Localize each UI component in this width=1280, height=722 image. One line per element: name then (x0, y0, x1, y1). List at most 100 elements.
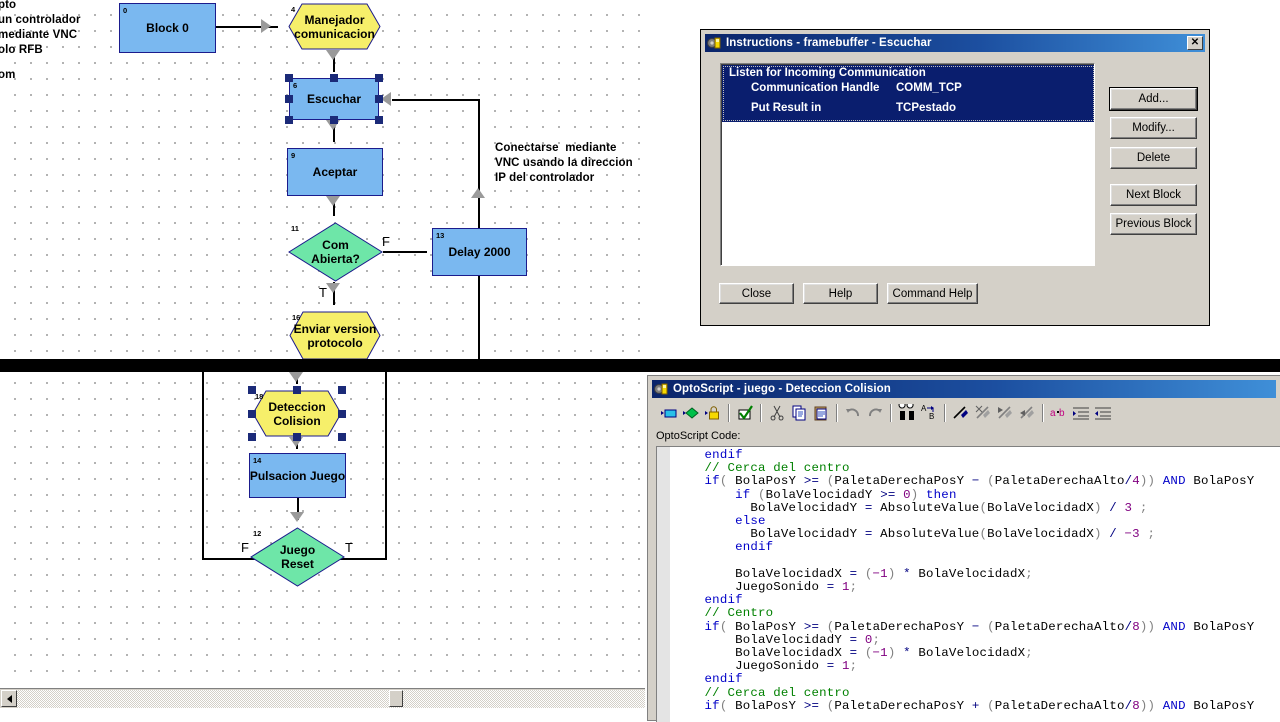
selection-handle-7[interactable] (375, 116, 383, 124)
flowchart-canvas[interactable]: pto un controlador mediante VNC olo RFB o… (0, 0, 645, 686)
instruction-header: Listen for Incoming Communication (729, 67, 926, 79)
instruction-selected-row[interactable]: Listen for Incoming Communication Commun… (722, 65, 1094, 122)
insert-condition-icon[interactable] (680, 402, 702, 424)
prev-bookmark-icon[interactable] (994, 402, 1016, 424)
selection-handle-0[interactable] (248, 386, 256, 394)
selection-handle-2[interactable] (338, 386, 346, 394)
next-bookmark-icon[interactable] (972, 402, 994, 424)
selection-handle-7[interactable] (338, 433, 346, 441)
svg-text:b: b (1059, 408, 1065, 419)
optoscript-window: OptoScript - juego - Deteccion Colision … (648, 376, 1280, 722)
delete-button[interactable]: Delete (1110, 147, 1197, 169)
check-syntax-icon[interactable] (734, 402, 756, 424)
code-token: )) (1139, 619, 1156, 634)
code-editor[interactable]: endif // Cerca del centro if( BolaPosY >… (656, 446, 1280, 722)
replace-icon[interactable]: AB (918, 402, 940, 424)
insert-lock-icon[interactable] (702, 402, 724, 424)
flowchart-block-delay-2000[interactable]: 13 Delay 2000 (432, 228, 527, 276)
toolbar-separator (944, 404, 946, 422)
paste-icon[interactable] (810, 402, 832, 424)
flowchart-block-block-0[interactable]: 0 Block 0 (119, 3, 216, 53)
insert-block-icon[interactable] (658, 402, 680, 424)
selection-handle-3[interactable] (285, 95, 293, 103)
instructions-list[interactable]: Listen for Incoming Communication Commun… (720, 63, 1095, 266)
selection-handle-2[interactable] (375, 74, 383, 82)
selection-handle-5[interactable] (248, 433, 256, 441)
hscrollbar-thumb[interactable] (389, 690, 403, 707)
code-token: BolaPosY (1193, 619, 1255, 634)
code-text[interactable]: endif // Cerca del centro if( BolaPosY >… (674, 448, 1255, 713)
indent-icon[interactable] (1070, 402, 1092, 424)
code-token: PaletaDerechaPosY (834, 474, 972, 489)
add-button[interactable]: Add... (1110, 88, 1197, 110)
code-token: then (926, 487, 957, 502)
toolbar-separator (836, 404, 838, 422)
flowchart-block-enviar-version-protocolo[interactable]: 16 Enviar version protocolo (289, 311, 381, 360)
find-icon[interactable] (896, 402, 918, 424)
svg-text:B: B (929, 412, 934, 421)
block-label: Enviar version protocolo (293, 321, 377, 350)
flowchart-block-escuchar[interactable]: 6 Escuchar (289, 78, 379, 120)
block-number: 18 (255, 392, 264, 401)
code-token: ( (979, 500, 988, 515)
code-token: >= (803, 698, 827, 713)
code-token: ; (872, 632, 881, 647)
toolbar-separator (890, 404, 892, 422)
command-help-button[interactable]: Command Help (887, 283, 978, 304)
previous-block-button[interactable]: Previous Block (1110, 213, 1197, 235)
optoscript-titlebar[interactable]: OptoScript - juego - Deteccion Colision (652, 380, 1276, 398)
flowchart-bottom-filler (0, 708, 645, 720)
block-number: 13 (436, 231, 445, 240)
hscrollbar-track[interactable] (17, 690, 645, 708)
code-token: ( (987, 474, 995, 489)
connector-8 (392, 99, 480, 101)
selection-handle-6[interactable] (330, 116, 338, 124)
block-label: Delay 2000 (448, 245, 511, 259)
block-label: Escuchar (306, 92, 362, 106)
help-button[interactable]: Help (803, 283, 878, 304)
selection-handle-3[interactable] (248, 409, 256, 418)
selection-handle-6[interactable] (293, 433, 301, 441)
branch-label-f-2: F (241, 540, 249, 555)
code-token: ( (719, 619, 736, 634)
close-button[interactable]: Close (719, 283, 794, 304)
code-token: ( (864, 566, 873, 581)
code-token: ; (849, 659, 858, 674)
code-token: −1 (872, 646, 888, 661)
block-label: Com Abierta? (311, 238, 360, 266)
clear-bookmarks-icon[interactable] (1016, 402, 1038, 424)
block-number: 14 (253, 456, 262, 465)
flowchart-block-pulsacion-juego[interactable]: 14 Pulsacion Juego (249, 453, 346, 498)
code-line: endif (674, 541, 1254, 554)
outdent-icon[interactable] (1092, 402, 1114, 424)
flowchart-block-aceptar[interactable]: 9 Aceptar (287, 148, 383, 196)
next-block-button[interactable]: Next Block (1110, 184, 1197, 206)
hscroll-left-button[interactable] (1, 690, 17, 707)
flowchart-block-deteccion-colision[interactable]: 18 Deteccion Colision (252, 390, 342, 437)
cut-icon[interactable] (766, 402, 788, 424)
bookmark-icon[interactable] (950, 402, 972, 424)
selection-handle-1[interactable] (330, 74, 338, 82)
code-token: >= (880, 487, 904, 502)
flowchart-block-juego-reset[interactable]: 12 Juego Reset (250, 527, 345, 587)
code-token: ( (864, 646, 873, 661)
close-icon[interactable]: ✕ (1187, 36, 1203, 50)
flowchart-block-manejador-comunicacion[interactable]: 4 Manejador comunicacion (288, 3, 381, 50)
copy-icon[interactable] (788, 402, 810, 424)
instructions-titlebar[interactable]: Instructions - framebuffer - Escuchar ✕ (705, 34, 1205, 52)
redo-icon[interactable] (864, 402, 886, 424)
code-token: endif (674, 448, 743, 462)
code-token: BolaVelocidadY (674, 527, 865, 542)
selection-handle-5[interactable] (285, 116, 293, 124)
selection-handle-4[interactable] (375, 95, 383, 103)
selection-handle-1[interactable] (293, 386, 301, 394)
block-number: 12 (253, 529, 262, 538)
selection-handle-4[interactable] (338, 409, 346, 418)
flowchart-hscrollbar[interactable] (0, 688, 645, 708)
find-variable-icon[interactable]: ab (1048, 402, 1070, 424)
flowchart-block-com-abierta[interactable]: 11 Com Abierta? (288, 222, 383, 282)
code-token: // Cerca del centro (674, 461, 850, 476)
modify-button[interactable]: Modify... (1110, 117, 1197, 139)
selection-handle-0[interactable] (285, 74, 293, 82)
undo-icon[interactable] (842, 402, 864, 424)
